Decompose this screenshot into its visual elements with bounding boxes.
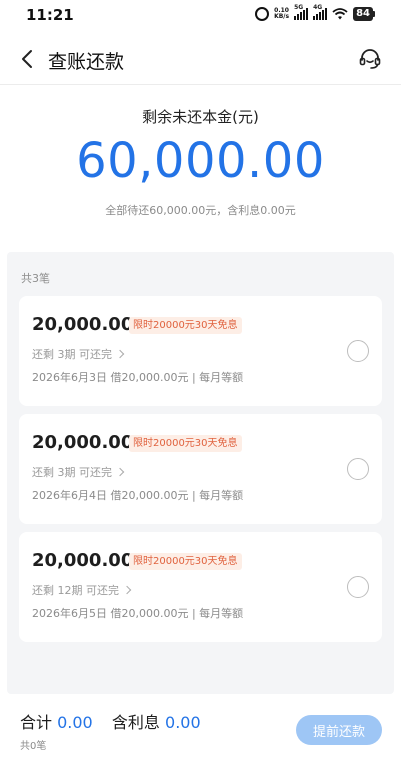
back-button[interactable] — [14, 46, 40, 72]
loan-detail: 2026年6月3日 借20,000.00元 | 每月等额 — [32, 371, 244, 384]
balance-summary: 剩余未还本金(元) 60,000.00 全部待还60,000.00元，含利息0.… — [0, 85, 401, 250]
prepay-button[interactable]: 提前还款 — [296, 715, 382, 745]
status-time: 11:21 — [26, 6, 74, 24]
promo-badge: 限时20000元30天免息 — [129, 435, 242, 452]
alarm-icon — [255, 7, 270, 21]
loan-amount: 20,000.00 — [32, 432, 134, 453]
status-icons: 0.10 KB/s 5G 4G 84 — [255, 4, 375, 21]
signal-5g-label: 5G — [294, 4, 304, 11]
total-value: 0.00 — [57, 713, 93, 732]
total-line: 合计 0.00 含利息 0.00 — [20, 709, 201, 733]
nav-bar: 查账还款 — [0, 36, 401, 82]
bottom-bar: 合计 0.00 含利息 0.00 共0笔 提前还款 — [0, 694, 401, 758]
interest-value: 0.00 — [165, 713, 201, 732]
remaining-periods-link[interactable]: 还剩 12期 可还完 — [32, 582, 132, 598]
loan-card[interactable]: 20,000.00 限时20000元30天免息 还剩 3期 可还完 2026年6… — [19, 414, 382, 524]
loan-detail: 2026年6月4日 借20,000.00元 | 每月等额 — [32, 489, 244, 502]
promo-badge: 限时20000元30天免息 — [129, 317, 242, 334]
summary-label: 剩余未还本金(元) — [142, 108, 259, 126]
chevron-left-icon — [22, 50, 32, 68]
remaining-periods-link[interactable]: 还剩 3期 可还完 — [32, 464, 125, 480]
loan-detail: 2026年6月5日 借20,000.00元 | 每月等额 — [32, 607, 244, 620]
signal-4g-label: 4G — [313, 4, 323, 11]
loan-count: 共3笔 — [21, 272, 50, 285]
chevron-right-icon — [122, 585, 132, 595]
loan-amount: 20,000.00 — [32, 550, 134, 571]
total-label: 合计 — [20, 713, 53, 732]
loan-list: 共3笔 20,000.00 限时20000元30天免息 还剩 3期 可还完 20… — [7, 252, 394, 694]
battery-level: 84 — [353, 7, 373, 21]
promo-badge: 限时20000元30天免息 — [129, 553, 242, 570]
remaining-periods: 还剩 3期 可还完 — [32, 348, 112, 361]
network-speed-unit: KB/s — [274, 13, 290, 20]
loan-amount: 20,000.00 — [32, 314, 134, 335]
signal-4g-icon: 4G — [313, 4, 328, 20]
signal-5g-icon: 5G — [294, 4, 309, 20]
battery-icon: 84 — [353, 7, 375, 21]
remaining-periods: 还剩 12期 可还完 — [32, 584, 119, 597]
customer-service-button[interactable] — [357, 46, 383, 72]
summary-note: 全部待还60,000.00元，含利息0.00元 — [105, 204, 296, 217]
remaining-periods-link[interactable]: 还剩 3期 可还完 — [32, 346, 125, 362]
remaining-periods: 还剩 3期 可还完 — [32, 466, 112, 479]
select-radio[interactable] — [347, 458, 369, 480]
interest-label: 含利息 — [111, 713, 160, 732]
select-radio[interactable] — [347, 340, 369, 362]
customer-service-icon — [359, 49, 381, 69]
network-speed: 0.10 KB/s — [274, 8, 289, 20]
loan-card[interactable]: 20,000.00 限时20000元30天免息 还剩 3期 可还完 2026年6… — [19, 296, 382, 406]
chevron-right-icon — [115, 467, 125, 477]
selected-count: 共0笔 — [20, 741, 47, 752]
chevron-right-icon — [115, 349, 125, 359]
remaining-principal-amount: 60,000.00 — [76, 133, 325, 189]
page-title: 查账还款 — [48, 51, 125, 73]
loan-card[interactable]: 20,000.00 限时20000元30天免息 还剩 12期 可还完 2026年… — [19, 532, 382, 642]
wifi-icon — [332, 8, 348, 20]
status-bar: 11:21 0.10 KB/s 5G 4G 84 — [0, 0, 401, 30]
select-radio[interactable] — [347, 576, 369, 598]
